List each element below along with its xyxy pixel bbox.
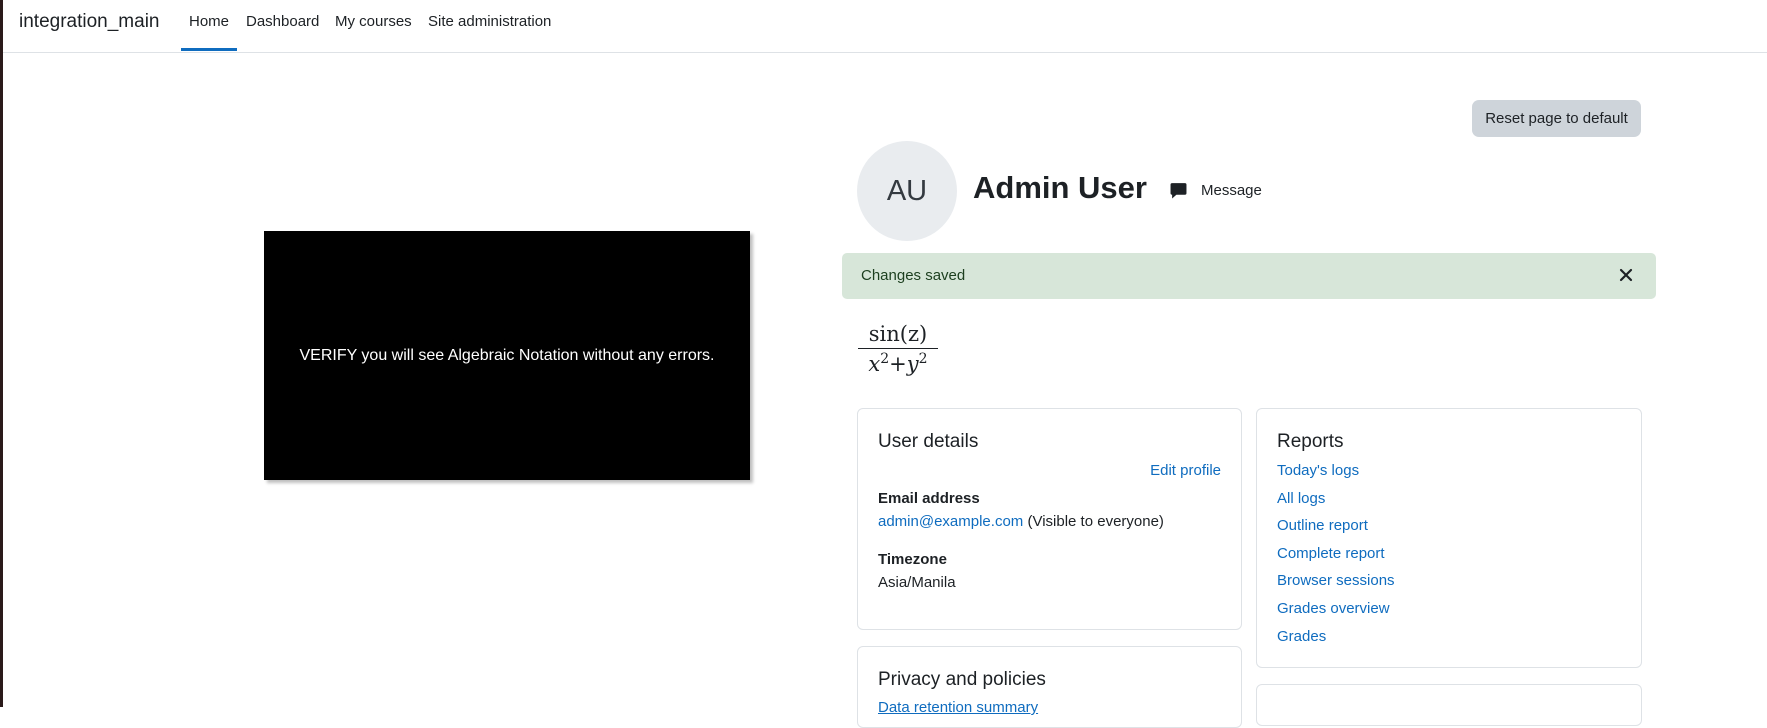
reports-card: Reports Today's logs All logs Outline re…: [1256, 408, 1642, 668]
timezone-value: Asia/Manila: [878, 574, 956, 591]
reset-page-button[interactable]: Reset page to default: [1472, 100, 1641, 137]
data-retention-link[interactable]: Data retention summary: [878, 699, 1038, 716]
video-caption: VERIFY you will see Algebraic Notation w…: [299, 346, 715, 364]
nav-my-courses[interactable]: My courses: [335, 13, 412, 51]
reports-title: Reports: [1277, 431, 1344, 452]
report-link-browser-sessions[interactable]: Browser sessions: [1277, 571, 1395, 599]
report-link-grades[interactable]: Grades: [1277, 627, 1395, 655]
privacy-title: Privacy and policies: [878, 669, 1046, 690]
formula-numerator: sin(z): [858, 322, 938, 349]
site-brand[interactable]: integration_main: [19, 11, 159, 33]
formula-denominator: x2+y2: [868, 351, 928, 376]
nav-dashboard[interactable]: Dashboard: [246, 13, 319, 51]
report-link-todays-logs[interactable]: Today's logs: [1277, 461, 1395, 489]
comment-icon: [1170, 182, 1187, 198]
report-link-complete[interactable]: Complete report: [1277, 544, 1395, 572]
top-navbar: integration_main Home Dashboard My cours…: [3, 0, 1767, 53]
alert-message: Changes saved: [861, 267, 966, 284]
window-edge: [0, 0, 3, 707]
report-link-all-logs[interactable]: All logs: [1277, 489, 1395, 517]
avatar: AU: [857, 141, 957, 241]
message-label: Message: [1201, 181, 1262, 199]
close-icon[interactable]: [1616, 265, 1636, 285]
math-formula: sin(z) x2+y2: [858, 322, 938, 376]
nav-site-administration[interactable]: Site administration: [428, 13, 551, 51]
user-details-card: User details Edit profile Email address …: [857, 408, 1242, 630]
additional-card: [1256, 684, 1642, 726]
report-link-outline[interactable]: Outline report: [1277, 516, 1395, 544]
email-label: Email address: [878, 490, 980, 507]
user-details-title: User details: [878, 431, 979, 452]
privacy-card: Privacy and policies Data retention summ…: [857, 646, 1242, 728]
email-visibility: (Visible to everyone): [1027, 513, 1164, 530]
video-player[interactable]: VERIFY you will see Algebraic Notation w…: [264, 231, 750, 480]
nav-home[interactable]: Home: [180, 13, 238, 51]
message-button[interactable]: Message: [1170, 178, 1262, 202]
user-full-name: Admin User: [973, 170, 1147, 205]
edit-profile-link[interactable]: Edit profile: [1150, 462, 1221, 479]
timezone-label: Timezone: [878, 551, 947, 568]
success-alert: Changes saved: [842, 253, 1656, 299]
email-link[interactable]: admin@example.com: [878, 513, 1023, 530]
reports-list: Today's logs All logs Outline report Com…: [1277, 461, 1395, 654]
report-link-grades-overview[interactable]: Grades overview: [1277, 599, 1395, 627]
email-value-row: admin@example.com (Visible to everyone): [878, 513, 1164, 530]
